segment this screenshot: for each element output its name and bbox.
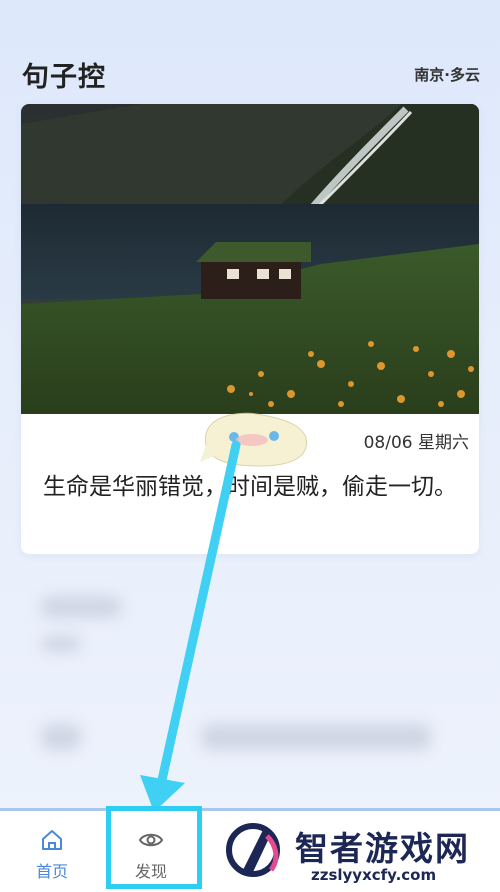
- tab-home[interactable]: 首页: [12, 819, 92, 889]
- blurred-content: [21, 556, 479, 801]
- watermark-text: 智者游戏网: [295, 829, 470, 868]
- cabin: [196, 242, 311, 299]
- landscape-photo: [21, 104, 479, 414]
- site-watermark: 智者游戏网 zzslyyxcfy.com: [225, 818, 500, 889]
- home-icon: [42, 830, 62, 850]
- blurred-text: [41, 636, 81, 652]
- tutorial-highlight-box: [106, 806, 202, 889]
- app-title: 句子控: [22, 62, 106, 93]
- daily-quote-card[interactable]: 08/06 星期六 生命是华丽错觉，时间是贼，偷走一切。: [21, 104, 479, 554]
- watermark-logo: [226, 823, 280, 877]
- watermark-url: zzslyyxcfy.com: [311, 866, 437, 884]
- quote-date: 08/06 星期六: [363, 433, 469, 453]
- quote-text: 生命是华丽错觉，时间是贼，偷走一切。: [43, 474, 457, 500]
- header: 句子控 南京·多云: [0, 0, 500, 100]
- blurred-text: [41, 724, 81, 750]
- location-weather[interactable]: 南京·多云: [414, 64, 480, 85]
- blurred-text: [201, 724, 431, 750]
- tab-home-label: 首页: [35, 862, 68, 881]
- blurred-text: [41, 596, 121, 618]
